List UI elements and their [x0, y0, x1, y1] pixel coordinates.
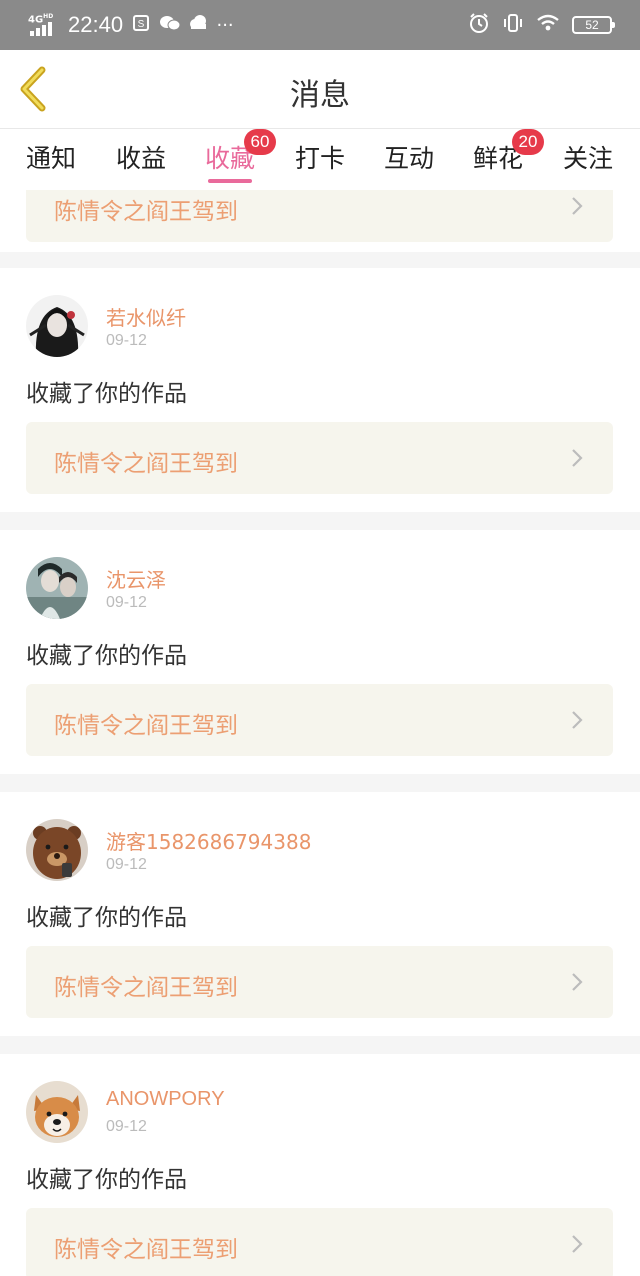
work-link[interactable]: 陈情令之阎王驾到 [26, 1208, 613, 1276]
user-name[interactable]: 沈云泽 [106, 564, 166, 593]
work-link[interactable]: 陈情令之阎王驾到 [26, 684, 613, 756]
user-avatar[interactable] [26, 295, 88, 357]
svg-text:S: S [138, 19, 145, 30]
list-item: ANOWPORY 09-12 收藏了你的作品 陈情令之阎王驾到 [0, 1054, 640, 1276]
battery-icon: 52 [572, 16, 615, 34]
active-tab-indicator [208, 179, 252, 183]
message-text: 收藏了你的作品 [26, 643, 187, 669]
list-item: 游客1582686794388 09-12 收藏了你的作品 陈情令之阎王驾到 [0, 792, 640, 1036]
favorites-count-badge: 60 [244, 129, 276, 155]
list-item: 陈情令之阎王驾到 [0, 190, 640, 252]
tab-flowers[interactable]: 鲜花 20 [468, 129, 544, 175]
tab-bar: 通知 收益 收藏 60 打卡 互动 鲜花 20 关注 [0, 128, 640, 190]
cellular-signal-icon: 4GHD [28, 10, 60, 40]
more-dots-icon: ··· [216, 14, 234, 36]
navigation-bar: 消息 [0, 50, 640, 128]
tab-favorites[interactable]: 收藏 60 [200, 129, 276, 183]
work-link[interactable]: 陈情令之阎王驾到 [26, 190, 613, 242]
user-avatar[interactable] [26, 557, 88, 619]
chevron-right-icon [572, 973, 583, 991]
timestamp: 09-12 [106, 332, 147, 349]
user-name[interactable]: ANOWPORY [106, 1088, 225, 1111]
wechat-icon [159, 14, 181, 37]
tab-interactions[interactable]: 互动 [379, 139, 439, 175]
user-name[interactable]: 若水似纤 [106, 302, 186, 331]
timestamp: 09-12 [106, 856, 147, 873]
message-list[interactable]: 陈情令之阎王驾到 若水似纤 09-12 收藏了你的作品 陈情令之阎王驾到 沈云泽… [0, 190, 640, 1276]
message-text: 收藏了你的作品 [26, 381, 187, 407]
user-avatar[interactable] [26, 819, 88, 881]
tab-notifications[interactable]: 通知 [21, 139, 81, 175]
page-title: 消息 [290, 78, 350, 113]
list-item: 沈云泽 09-12 收藏了你的作品 陈情令之阎王驾到 [0, 530, 640, 774]
flowers-count-badge: 20 [512, 129, 544, 155]
timestamp: 09-12 [106, 1118, 147, 1135]
user-avatar[interactable] [26, 1081, 88, 1143]
message-text: 收藏了你的作品 [26, 905, 187, 931]
chevron-right-icon [572, 711, 583, 729]
clock: 22:40 [68, 12, 124, 37]
vibrate-icon [502, 12, 524, 38]
chevron-right-icon [572, 197, 583, 215]
work-link[interactable]: 陈情令之阎王驾到 [26, 946, 613, 1018]
cloud-icon [187, 14, 207, 37]
list-item: 若水似纤 09-12 收藏了你的作品 陈情令之阎王驾到 [0, 268, 640, 512]
chevron-right-icon [572, 449, 583, 467]
chevron-right-icon [572, 1235, 583, 1253]
tab-earnings[interactable]: 收益 [111, 139, 171, 175]
user-name[interactable]: 游客1582686794388 [106, 826, 311, 855]
work-link[interactable]: 陈情令之阎王驾到 [26, 422, 613, 494]
tab-checkin[interactable]: 打卡 [290, 139, 350, 175]
status-bar: 4GHD 22:40 S ··· 52 [0, 0, 640, 50]
wifi-icon [536, 13, 560, 37]
timestamp: 09-12 [106, 594, 147, 611]
alarm-icon [468, 12, 490, 38]
message-text: 收藏了你的作品 [26, 1167, 187, 1193]
sim-icon: S [131, 14, 151, 37]
tab-following[interactable]: 关注 [558, 139, 618, 175]
